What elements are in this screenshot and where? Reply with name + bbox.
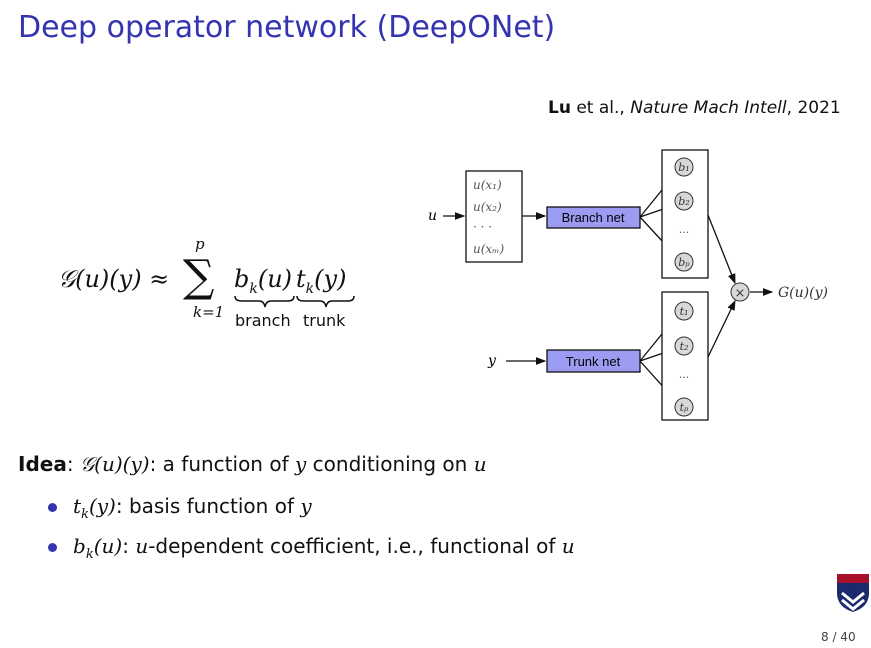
input-y: y [487,353,497,369]
svg-text:t₂: t₂ [680,340,689,353]
svg-text:b₂: b₂ [678,195,689,208]
t-ellipsis: ··· [679,371,690,384]
input-u: u [428,208,437,224]
sensor-value: u(x₂) [473,200,502,214]
svg-text:t₁: t₁ [680,305,689,318]
page-number: 8 / 40 [821,630,856,644]
slide: Deep operator network (DeepONet) Lu et a… [0,0,871,648]
bullet-icon [48,543,57,552]
output-label: G(u)(y) [778,285,828,301]
branch-net-label: Branch net [562,210,625,225]
bullet-icon [48,503,57,512]
bullet-branch: bk(u): u-dependent coefficient, i.e., fu… [48,534,575,562]
svg-text:b₁: b₁ [678,161,689,174]
bullet-trunk: tk(y): basis function of y [48,494,312,522]
svg-text:tₚ: tₚ [680,401,689,414]
idea-line: Idea: 𝒢(u)(y): a function of y condition… [18,452,487,476]
svg-text:bₚ: bₚ [678,256,690,269]
sensor-value: u(xₘ) [473,242,505,256]
sensor-value: u(x₁) [473,178,502,192]
university-shield-logo [837,574,869,612]
trunk-net-label: Trunk net [566,354,621,369]
b-ellipsis: ··· [679,226,690,239]
sensor-ellipsis: · · · [473,220,492,234]
multiply-symbol: × [735,286,746,301]
